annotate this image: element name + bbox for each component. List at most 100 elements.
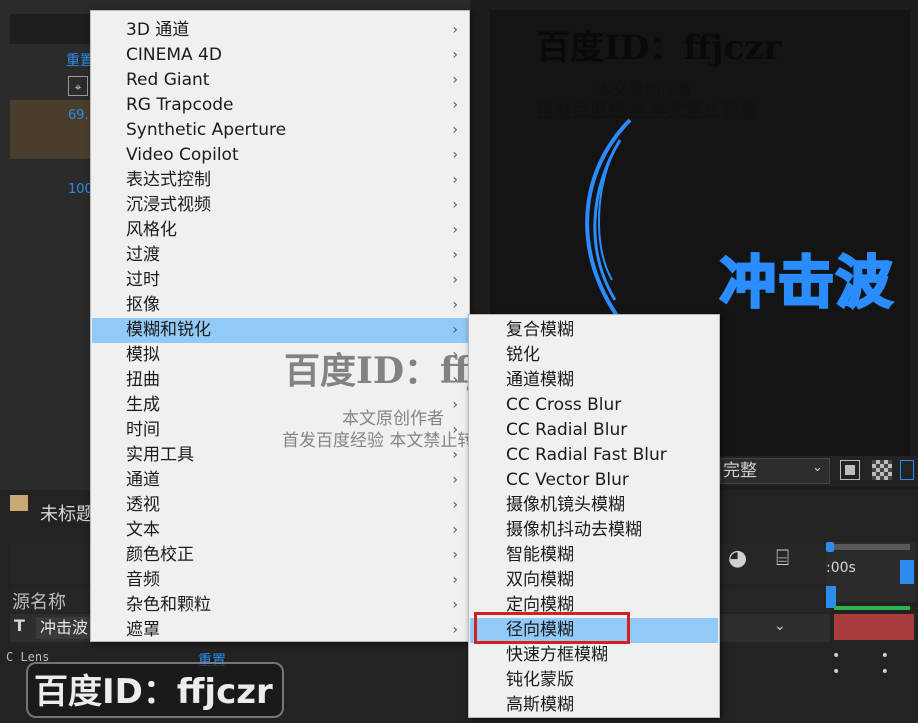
menu-item-label: Red Giant: [126, 70, 210, 90]
layer-duration-bar[interactable]: [834, 614, 914, 640]
menu-item[interactable]: 遮罩 ›: [92, 618, 468, 643]
property-value[interactable]: 69.: [68, 108, 89, 123]
menu-item-label: 时间: [126, 420, 160, 440]
chevron-right-icon: ›: [452, 97, 458, 113]
menu-item-label: 模糊和锐化: [126, 320, 211, 340]
submenu-item[interactable]: 摄像机抖动去模糊: [470, 518, 718, 543]
submenu-item[interactable]: 复合模糊: [470, 318, 718, 343]
menu-item-label: 沉浸式视频: [126, 195, 211, 215]
menu-item[interactable]: 颜色校正 ›: [92, 543, 468, 568]
menu-item[interactable]: 文本 ›: [92, 518, 468, 543]
menu-item-label: Synthetic Aperture: [126, 120, 287, 140]
guides-icon[interactable]: [900, 460, 914, 480]
submenu-item-label: 摄像机镜头模糊: [506, 495, 625, 515]
submenu-item-label: CC Cross Blur: [506, 395, 622, 415]
shockwave-graphic: [585, 118, 632, 322]
region-of-interest-icon[interactable]: [840, 460, 860, 480]
menu-item[interactable]: 过渡 ›: [92, 243, 468, 268]
chevron-right-icon: ›: [452, 397, 458, 413]
menu-item[interactable]: 表达式控制 ›: [92, 168, 468, 193]
graph-editor-icon[interactable]: ⌸: [776, 546, 789, 571]
chevron-right-icon: ›: [452, 222, 458, 238]
panel-header-strip: [10, 14, 100, 44]
submenu-item[interactable]: CC Cross Blur: [470, 393, 718, 418]
chevron-down-icon[interactable]: ⌄: [774, 618, 786, 634]
transparency-grid-icon[interactable]: [872, 460, 892, 480]
menu-item[interactable]: RG Trapcode ›: [92, 93, 468, 118]
menu-item[interactable]: 沉浸式视频 ›: [92, 193, 468, 218]
submenu-item[interactable]: 钝化蒙版: [470, 668, 718, 693]
chevron-right-icon: ›: [452, 297, 458, 313]
composition-text-layer[interactable]: 冲击波: [719, 238, 894, 319]
time-label: :00s: [826, 560, 856, 576]
menu-item-label: 抠像: [126, 295, 160, 315]
menu-item[interactable]: 过时 ›: [92, 268, 468, 293]
menu-item[interactable]: 通道 ›: [92, 468, 468, 493]
motion-blur-icon[interactable]: ◕: [728, 546, 747, 571]
menu-item-label: 生成: [126, 395, 160, 415]
submenu-item[interactable]: CC Vector Blur: [470, 468, 718, 493]
scrollbar[interactable]: [900, 560, 914, 584]
watermark: 百度ID：ffjczr: [536, 28, 782, 68]
chevron-right-icon: ›: [452, 597, 458, 613]
menu-item[interactable]: Synthetic Aperture ›: [92, 118, 468, 143]
submenu-item-label: 摄像机抖动去模糊: [506, 520, 642, 540]
chevron-right-icon: ›: [452, 272, 458, 288]
chevron-down-icon[interactable]: ⌄: [812, 460, 823, 475]
submenu-item[interactable]: 摄像机镜头模糊: [470, 493, 718, 518]
crosshair-icon[interactable]: ⌖: [68, 76, 88, 96]
menu-item-label: 扭曲: [126, 370, 160, 390]
menu-item-label: RG Trapcode: [126, 95, 234, 115]
menu-item[interactable]: 杂色和颗粒 ›: [92, 593, 468, 618]
submenu-item-label: 快速方框模糊: [506, 645, 608, 665]
submenu-item-label: CC Radial Blur: [506, 420, 628, 440]
playhead[interactable]: [826, 542, 834, 552]
chevron-right-icon: ›: [452, 22, 458, 38]
chevron-right-icon: ›: [452, 497, 458, 513]
submenu-item[interactable]: 双向模糊: [470, 568, 718, 593]
chevron-right-icon: ›: [452, 47, 458, 63]
menu-item[interactable]: 音频 ›: [92, 568, 468, 593]
chevron-right-icon: ›: [452, 622, 458, 638]
submenu-item[interactable]: 智能模糊: [470, 543, 718, 568]
keyframe-markers[interactable]: • • • •: [832, 648, 918, 680]
submenu-item-label: 锐化: [506, 345, 540, 365]
composition-color-swatch: [10, 495, 28, 511]
menu-item-label: 模拟: [126, 345, 160, 365]
submenu-item-label: 高斯模糊: [506, 695, 574, 715]
menu-item[interactable]: CINEMA 4D ›: [92, 43, 468, 68]
submenu-item[interactable]: 通道模糊: [470, 368, 718, 393]
chevron-right-icon: ›: [452, 472, 458, 488]
menu-item-label: Video Copilot: [126, 145, 239, 165]
work-area-bar[interactable]: [834, 544, 910, 550]
menu-item-label: 过渡: [126, 245, 160, 265]
submenu-item[interactable]: 锐化: [470, 343, 718, 368]
watermark: 首发百度经验 本文禁止转载: [536, 100, 758, 121]
menu-item[interactable]: 透视 ›: [92, 493, 468, 518]
submenu-item-label: CC Radial Fast Blur: [506, 445, 667, 465]
menu-item-label: 杂色和颗粒: [126, 595, 211, 615]
submenu-item[interactable]: 高斯模糊: [470, 693, 718, 718]
layer-name[interactable]: 冲击波: [36, 617, 96, 639]
chevron-right-icon: ›: [452, 147, 458, 163]
submenu-item[interactable]: CC Radial Fast Blur: [470, 443, 718, 468]
menu-item[interactable]: 3D 通道 ›: [92, 18, 468, 43]
timeline-tab-title[interactable]: 未标题: [40, 500, 94, 526]
chevron-right-icon: ›: [452, 172, 458, 188]
menu-item[interactable]: 风格化 ›: [92, 218, 468, 243]
watermark: 百度ID：ffjczr: [26, 662, 284, 718]
source-name-header[interactable]: 源名称: [12, 588, 66, 614]
chevron-right-icon: ›: [452, 572, 458, 588]
submenu-item-label: 钝化蒙版: [506, 670, 574, 690]
menu-item[interactable]: 模糊和锐化 ›: [92, 318, 468, 343]
menu-item[interactable]: 抠像 ›: [92, 293, 468, 318]
menu-item-label: 文本: [126, 520, 160, 540]
submenu-item[interactable]: 快速方框模糊: [470, 643, 718, 668]
menu-item-label: 音频: [126, 570, 160, 590]
effect-menu: 3D 通道 › CINEMA 4D › Red Giant › RG Trapcode › Sy…: [90, 10, 470, 642]
submenu-item[interactable]: CC Radial Blur: [470, 418, 718, 443]
submenu-item-label: 通道模糊: [506, 370, 574, 390]
menu-item[interactable]: Red Giant ›: [92, 68, 468, 93]
chevron-right-icon: ›: [452, 197, 458, 213]
menu-item[interactable]: Video Copilot ›: [92, 143, 468, 168]
